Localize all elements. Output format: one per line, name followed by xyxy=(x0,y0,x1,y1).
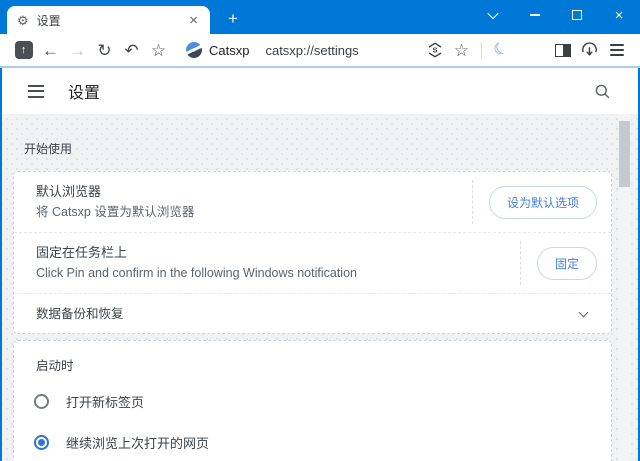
maximize-button[interactable] xyxy=(556,0,598,30)
forward-button: → xyxy=(64,37,91,63)
get-started-card: 默认浏览器 将 Catsxp 设置为默认浏览器 设为默认选项 固定在任务栏上 C… xyxy=(13,171,612,334)
side-panel-button[interactable] xyxy=(549,37,576,63)
tab-strip: ↻ ⚙ 设置 × + × xyxy=(0,0,640,34)
default-browser-row: 默认浏览器 将 Catsxp 设置为默认浏览器 设为默认选项 xyxy=(14,172,611,232)
action-separator xyxy=(471,180,473,224)
on-startup-card: 启动时 打开新标签页 继续浏览上次打开的网页 xyxy=(13,340,612,461)
undo-icon: ↶ xyxy=(124,40,139,60)
tab-search-chevron-button[interactable] xyxy=(472,0,514,30)
tab-close-icon[interactable]: × xyxy=(185,13,202,28)
row-text: 固定在任务栏上 Click Pin and confirm in the fol… xyxy=(14,233,369,293)
singlefile-extension-button[interactable]: S xyxy=(421,37,448,63)
pin-button[interactable]: 固定 xyxy=(536,246,597,280)
moon-icon: ☾ xyxy=(491,38,512,61)
row-action: 固定 xyxy=(519,233,611,293)
close-button[interactable]: × xyxy=(598,0,640,30)
minimize-button[interactable] xyxy=(514,0,556,30)
expand-chevron-icon[interactable] xyxy=(578,307,589,317)
tab-settings[interactable]: ↻ ⚙ 设置 × xyxy=(7,6,210,34)
settings-menu-button[interactable] xyxy=(28,84,44,98)
address-bar[interactable]: Catsxp catsxp://settings xyxy=(186,42,359,58)
hamburger-menu-icon xyxy=(609,44,624,56)
row-text: 默认浏览器 将 Catsxp 设置为默认浏览器 xyxy=(14,172,206,232)
radio-label: 打开新标签页 xyxy=(66,395,145,410)
new-tab-button[interactable]: + xyxy=(220,6,246,32)
back-icon: ← xyxy=(42,40,59,60)
tab-gear-icon: ⚙ xyxy=(17,12,29,28)
download-icon xyxy=(582,41,597,56)
bookmark-star-icon: ☆ xyxy=(453,40,470,60)
catsxp-logo-icon xyxy=(186,42,202,58)
maximize-icon xyxy=(572,10,582,20)
forward-icon: → xyxy=(69,40,86,60)
row-subtitle: Click Pin and confirm in the following W… xyxy=(36,266,357,280)
backup-restore-row[interactable]: 数据备份和恢复 xyxy=(14,293,611,333)
toolbar-right-group: S ☆ ☾ xyxy=(421,37,630,63)
toolbar-separator xyxy=(481,42,482,58)
row-title: 默认浏览器 xyxy=(36,184,102,199)
radio-selected-icon[interactable] xyxy=(34,435,49,450)
refresh-icon: ↻ xyxy=(97,40,112,60)
row-action: 设为默认选项 xyxy=(471,172,611,232)
chevron-down-icon xyxy=(487,7,499,20)
download-button[interactable] xyxy=(576,37,603,63)
minimize-icon xyxy=(530,14,540,16)
tab-title: 设置 xyxy=(36,13,61,28)
browser-content: 设置 开始使用 默认浏览器 将 Catsxp 设置为默认浏览器 设为默认选项 固… xyxy=(0,68,640,461)
radio-unselected-icon[interactable] xyxy=(34,394,49,409)
undo-close-tab-button[interactable]: ↶ xyxy=(118,37,145,63)
pin-taskbar-row: 固定在任务栏上 Click Pin and confirm in the fol… xyxy=(14,232,611,293)
browser-toolbar: ↑ ← → ↻ ↶ ☆ Catsxp catsxp://settings S ☆… xyxy=(0,34,640,68)
row-text: 数据备份和恢复 xyxy=(14,304,136,324)
box-arrow-up-icon: ↑ xyxy=(14,41,33,59)
sidebar-icon xyxy=(554,43,571,57)
settings-search-button[interactable] xyxy=(593,82,612,101)
on-startup-label: 启动时 xyxy=(36,359,74,373)
site-brand-label: Catsxp xyxy=(209,42,250,58)
settings-header: 设置 xyxy=(2,68,638,114)
window-controls: × xyxy=(472,0,640,30)
section-label: 开始使用 xyxy=(24,142,73,156)
option-continue-row[interactable]: 继续浏览上次打开的网页 xyxy=(14,433,611,452)
bookmark-button[interactable]: ☆ xyxy=(448,37,475,63)
star-outline-icon: ☆ xyxy=(150,40,167,60)
settings-page: 开始使用 默认浏览器 将 Catsxp 设置为默认浏览器 设为默认选项 固定在任… xyxy=(2,114,638,461)
layers-s-icon: S xyxy=(428,42,441,58)
set-default-button[interactable]: 设为默认选项 xyxy=(488,185,597,219)
row-title: 固定在任务栏上 xyxy=(36,245,128,260)
radio-label: 继续浏览上次打开的网页 xyxy=(66,436,210,451)
row-title: 数据备份和恢复 xyxy=(36,306,124,321)
refresh-button[interactable]: ↻ xyxy=(91,37,118,63)
svg-text:S: S xyxy=(432,46,437,55)
boss-key-button[interactable]: ↑ xyxy=(10,37,37,63)
browser-window: ↻ ⚙ 设置 × + × ↑ ← → ↻ ↶ ☆ Catsxp catsxp:/… xyxy=(0,0,640,461)
scrollbar-thumb[interactable] xyxy=(619,121,630,187)
dark-mode-button[interactable]: ☾ xyxy=(488,37,515,63)
browser-menu-button[interactable] xyxy=(603,37,630,63)
action-separator xyxy=(519,241,521,285)
url-text[interactable]: catsxp://settings xyxy=(265,43,358,58)
page-title: 设置 xyxy=(68,85,101,102)
home-button[interactable]: ☆ xyxy=(145,37,172,63)
option-new-tab-row[interactable]: 打开新标签页 xyxy=(14,392,611,411)
back-button[interactable]: ← xyxy=(37,37,64,63)
search-icon xyxy=(595,84,610,98)
row-subtitle: 将 Catsxp 设置为默认浏览器 xyxy=(36,205,195,219)
